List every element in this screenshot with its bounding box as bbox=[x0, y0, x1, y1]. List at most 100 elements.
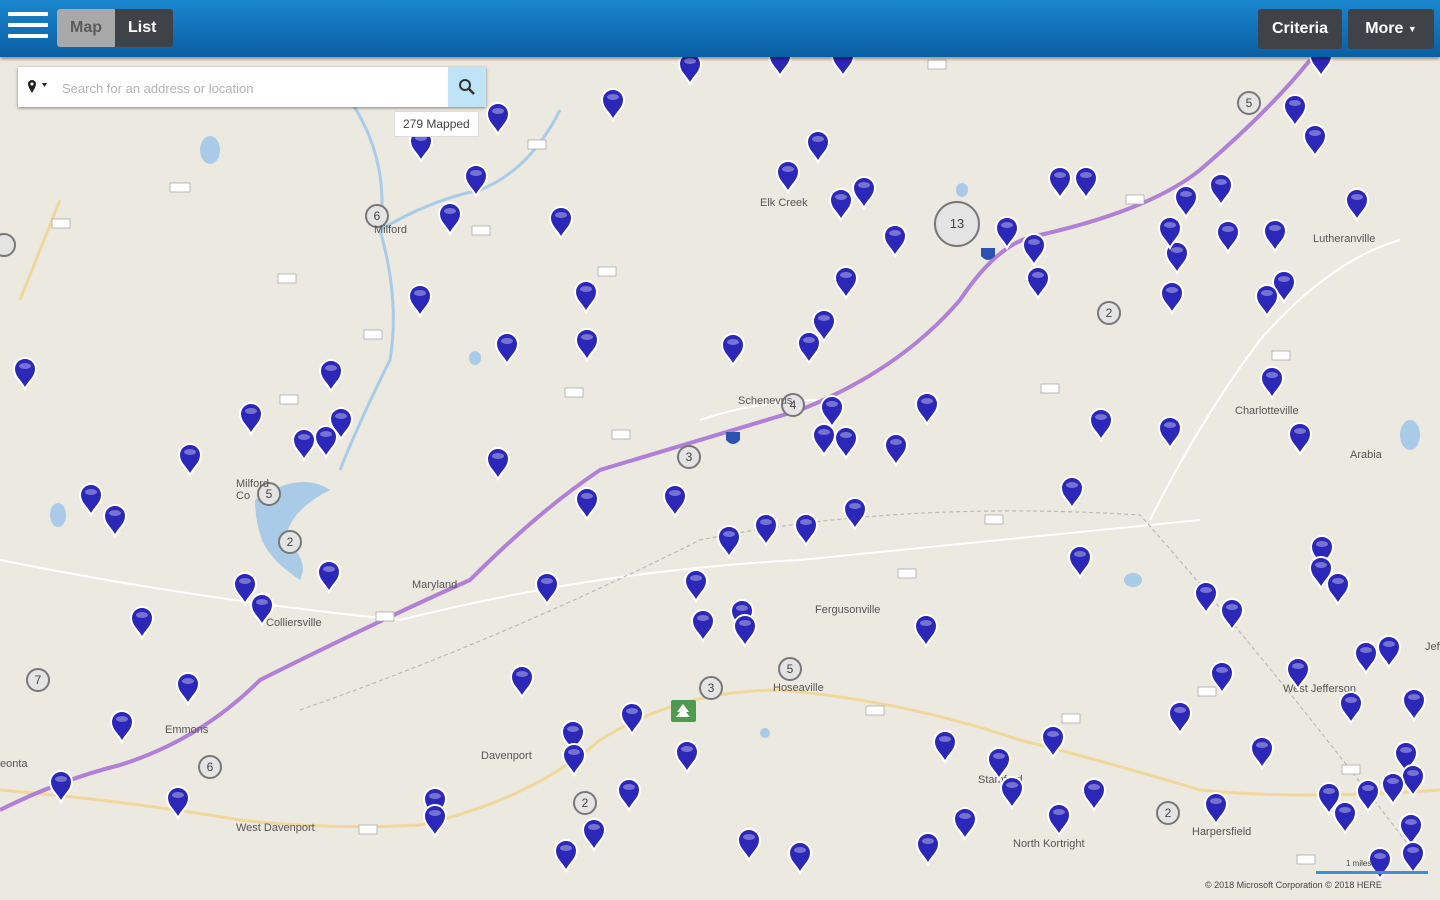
listing-pin-highlight bbox=[1166, 287, 1178, 293]
svg-text:Charlotteville: Charlotteville bbox=[1235, 405, 1299, 417]
listing-pin-highlight bbox=[567, 726, 579, 732]
listing-pin-highlight bbox=[1383, 641, 1395, 647]
svg-text:Milford: Milford bbox=[374, 224, 407, 236]
listing-pin-highlight bbox=[1180, 191, 1192, 197]
listing-pin-highlight bbox=[116, 716, 128, 722]
listing-pin-highlight bbox=[1323, 788, 1335, 794]
listing-pin-highlight bbox=[1210, 798, 1222, 804]
listing-pin-highlight bbox=[184, 449, 196, 455]
listing-pin-highlight bbox=[444, 208, 456, 214]
svg-text:North Kortright: North Kortright bbox=[1013, 838, 1085, 850]
listing-pin-highlight bbox=[1332, 578, 1344, 584]
listing-pin-highlight bbox=[1256, 742, 1268, 748]
listing-pin-highlight bbox=[1278, 276, 1290, 282]
svg-text:2: 2 bbox=[1165, 806, 1172, 820]
listing-pin-highlight bbox=[1407, 770, 1419, 776]
listing-pin-highlight bbox=[803, 337, 815, 343]
svg-text:Colliersville: Colliersville bbox=[266, 617, 322, 629]
listing-pin-highlight bbox=[1289, 100, 1301, 106]
listing-pin-highlight bbox=[245, 408, 257, 414]
svg-text:6: 6 bbox=[374, 209, 381, 223]
listing-pin-highlight bbox=[560, 845, 572, 851]
park-icon bbox=[671, 700, 696, 722]
listing-pin-highlight bbox=[623, 784, 635, 790]
listing-pin-highlight bbox=[697, 615, 709, 621]
listing-pin-highlight bbox=[55, 776, 67, 782]
listing-pin-highlight bbox=[1054, 172, 1066, 178]
listing-pin-highlight bbox=[1269, 225, 1281, 231]
listing-pin-highlight bbox=[1345, 697, 1357, 703]
listing-pin-highlight bbox=[1407, 847, 1419, 853]
listing-pin-highlight bbox=[1088, 784, 1100, 790]
search-icon bbox=[459, 79, 475, 95]
listing-pin-highlight bbox=[684, 58, 696, 64]
caret-down-icon: ▼ bbox=[1407, 24, 1417, 34]
more-button[interactable]: More ▼ bbox=[1348, 9, 1434, 49]
svg-text:Milford: Milford bbox=[236, 478, 269, 490]
listing-pin-highlight bbox=[1362, 785, 1374, 791]
listing-pin-highlight bbox=[256, 599, 268, 605]
svg-text:Harpersfield: Harpersfield bbox=[1192, 826, 1251, 838]
svg-text:Fergusonville: Fergusonville bbox=[815, 604, 880, 616]
list-view-button[interactable]: List bbox=[115, 9, 173, 47]
location-pin-dropdown-icon[interactable] bbox=[26, 78, 54, 96]
listing-pin-highlight bbox=[1171, 247, 1183, 253]
listing-pin-highlight bbox=[800, 519, 812, 525]
search-input[interactable] bbox=[60, 73, 444, 103]
listing-pin-highlight bbox=[690, 575, 702, 581]
listing-pin-highlight bbox=[492, 453, 504, 459]
svg-text:5: 5 bbox=[1246, 96, 1253, 110]
listing-pin-highlight bbox=[835, 194, 847, 200]
listing-pin-highlight bbox=[136, 612, 148, 618]
listing-pin-highlight bbox=[723, 531, 735, 537]
listing-pin-highlight bbox=[1351, 194, 1363, 200]
mapped-count: 279 Mapped bbox=[394, 111, 479, 137]
listing-pin-highlight bbox=[1226, 604, 1238, 610]
svg-text:2: 2 bbox=[1106, 306, 1113, 320]
listing-pin-highlight bbox=[325, 365, 337, 371]
listing-pin-highlight bbox=[1164, 222, 1176, 228]
listing-pin-highlight bbox=[239, 578, 251, 584]
listing-pin-highlight bbox=[840, 272, 852, 278]
svg-text:13: 13 bbox=[950, 216, 964, 231]
listing-pin-highlight bbox=[1408, 694, 1420, 700]
svg-text:7: 7 bbox=[35, 673, 42, 687]
svg-text:Co: Co bbox=[236, 490, 250, 502]
listing-pin-highlight bbox=[323, 566, 335, 572]
listing-pin-highlight bbox=[1266, 372, 1278, 378]
criteria-button[interactable]: Criteria bbox=[1258, 9, 1342, 49]
listing-pin-highlight bbox=[501, 338, 513, 344]
listing-pin-highlight bbox=[555, 212, 567, 218]
listing-pin-highlight bbox=[429, 810, 441, 816]
listing-pin-highlight bbox=[1164, 422, 1176, 428]
hamburger-menu-icon[interactable] bbox=[8, 12, 48, 44]
listing-pin-highlight bbox=[429, 793, 441, 799]
search-button[interactable] bbox=[448, 67, 486, 107]
listing-pin-highlight bbox=[182, 678, 194, 684]
listing-pin-highlight bbox=[1215, 179, 1227, 185]
listing-pin-highlight bbox=[743, 834, 755, 840]
listing-pin-highlight bbox=[1405, 819, 1417, 825]
map-view-button[interactable]: Map bbox=[57, 9, 115, 47]
listing-pin-highlight bbox=[736, 605, 748, 611]
svg-text:Elk Creek: Elk Creek bbox=[760, 197, 808, 209]
listing-pin-highlight bbox=[516, 671, 528, 677]
listing-pin-highlight bbox=[568, 749, 580, 755]
listing-pin-highlight bbox=[858, 182, 870, 188]
listing-pin-highlight bbox=[818, 429, 830, 435]
listing-pin-highlight bbox=[959, 813, 971, 819]
listing-pin-highlight bbox=[581, 493, 593, 499]
listing-pin-highlight bbox=[922, 838, 934, 844]
listing-pin-highlight bbox=[1315, 562, 1327, 568]
listing-pin-highlight bbox=[921, 398, 933, 404]
listing-pin-highlight bbox=[1200, 587, 1212, 593]
listing-pin-highlight bbox=[818, 315, 830, 321]
svg-text:Emmons: Emmons bbox=[165, 724, 209, 736]
listing-pin-highlight bbox=[1174, 707, 1186, 713]
listing-pin-highlight bbox=[541, 578, 553, 584]
listing-pin-highlight bbox=[739, 620, 751, 626]
svg-text:3: 3 bbox=[708, 681, 715, 695]
map-canvas[interactable]: 1366 555 433 222 27 Elk CreekMilfordSche… bbox=[0, 57, 1440, 900]
listing-pin-highlight bbox=[607, 94, 619, 100]
listing-pin-highlight bbox=[920, 620, 932, 626]
